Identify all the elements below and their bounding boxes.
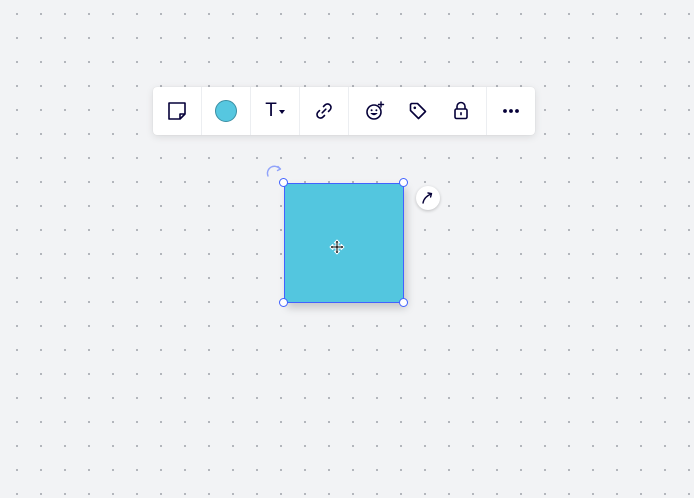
tag-icon: [409, 102, 426, 120]
link-button[interactable]: [314, 87, 334, 135]
shape-type-button[interactable]: [166, 87, 188, 135]
color-swatch: [215, 100, 237, 122]
text-format-label: T: [265, 100, 277, 121]
caret-down-icon: [278, 110, 285, 114]
resize-handle-top-right[interactable]: [399, 178, 408, 187]
more-horizontal-icon: [503, 109, 519, 113]
tag-button[interactable]: [398, 87, 438, 135]
curved-arrow-icon: [422, 192, 433, 204]
move-cursor-icon: [329, 239, 345, 255]
toolbar-group-more: [487, 87, 535, 135]
lock-button[interactable]: [441, 87, 481, 135]
fill-color-button[interactable]: [215, 87, 237, 135]
lock-icon: [453, 101, 468, 120]
sticky-note-shape-icon: [168, 102, 186, 120]
more-options-button[interactable]: [501, 87, 521, 135]
toolbar-group-link: [300, 87, 349, 135]
toolbar-group-color: [202, 87, 251, 135]
text-format-button[interactable]: T: [265, 87, 285, 135]
add-connector-button[interactable]: [416, 186, 440, 210]
add-reaction-button[interactable]: [355, 87, 395, 135]
resize-handle-bottom-left[interactable]: [279, 298, 288, 307]
resize-handle-top-left[interactable]: [279, 178, 288, 187]
toolbar-group-text: T: [251, 87, 300, 135]
resize-handle-bottom-right[interactable]: [399, 298, 408, 307]
context-toolbar: T: [153, 87, 535, 135]
link-icon: [316, 103, 332, 119]
add-emoji-icon: [365, 101, 384, 120]
toolbar-group-shape: [153, 87, 202, 135]
toolbar-group-actions: [349, 87, 487, 135]
